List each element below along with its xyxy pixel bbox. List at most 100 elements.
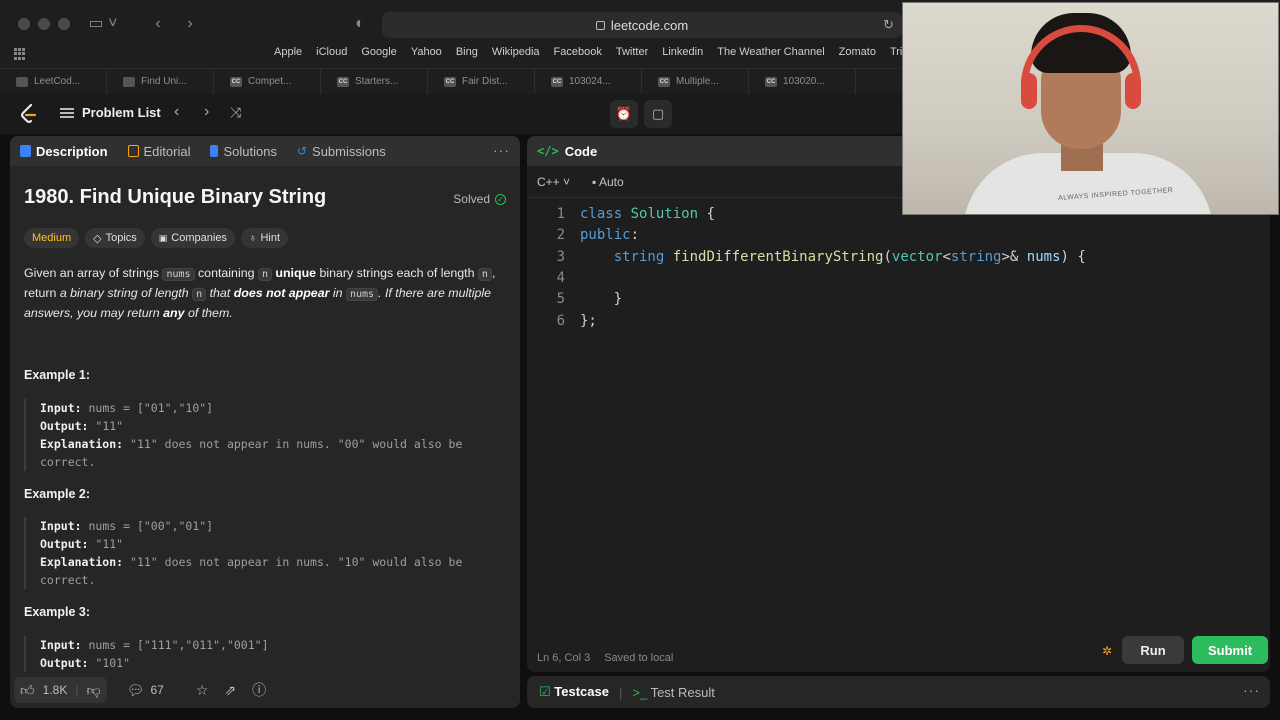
browser-tab[interactable]: CC Compet... [214, 69, 321, 94]
headphone-cup [1021, 73, 1037, 109]
bookmarks-bar: Apple iCloud Google Yahoo Bing Wikipedia… [274, 46, 927, 58]
comment-icon[interactable]: 💬︎ [127, 682, 145, 699]
hint-tag[interactable]: ♁ Hint [240, 228, 288, 248]
bookmark-item[interactable]: Google [361, 46, 396, 58]
leetcode-favicon-icon [16, 76, 28, 87]
previous-problem-icon[interactable]: ‹ [174, 103, 179, 121]
browser-tab[interactable]: CC Multiple... [642, 69, 749, 94]
problem-title: 1980. Find Unique Binary String [24, 186, 327, 208]
auto-mode-toggle[interactable]: ▪ Auto [592, 175, 624, 189]
submit-button[interactable]: Submit [1192, 636, 1268, 664]
problem-footer: 👍︎ 1.8K | 👎︎ 💬︎ 67 ☆ ⇗ ⓘ [10, 672, 520, 708]
bookmark-item[interactable]: Linkedin [662, 46, 703, 58]
more-options-icon[interactable]: ··· [493, 142, 510, 158]
sidebar-toggle-icon[interactable]: ▭ ˅ [88, 12, 118, 36]
help-icon[interactable]: ⓘ [252, 680, 266, 700]
companies-tag[interactable]: ▣ Companies [150, 228, 235, 248]
line-number: 6 [556, 313, 565, 329]
browser-tab[interactable]: Find Uni... [107, 69, 214, 94]
tab-test-result[interactable]: >_ Test Result [632, 685, 715, 700]
webcam-overlay: ALWAYS INSPIRED TOGETHER [902, 2, 1279, 215]
bookmark-item[interactable]: Zomato [839, 46, 876, 58]
codechef-favicon-icon: CC [658, 76, 670, 87]
back-arrow-icon[interactable]: ‹ [148, 12, 168, 36]
bookmark-item[interactable]: Bing [456, 46, 478, 58]
share-icon[interactable]: ⇗ [224, 682, 236, 699]
example-block: Input: nums = ["111","011","001"] Output… [24, 636, 504, 672]
topics-tag[interactable]: ◇ Topics [85, 228, 145, 248]
bookmark-item[interactable]: Yahoo [411, 46, 442, 58]
problem-list-button[interactable]: Problem List [60, 105, 161, 120]
debugger-icon[interactable]: ✲ [1102, 644, 1112, 658]
code-line: public: [580, 227, 640, 243]
next-problem-icon[interactable]: › [204, 103, 209, 121]
bookmark-item[interactable]: Apple [274, 46, 302, 58]
browser-tab[interactable]: CC 103024... [535, 69, 642, 94]
browser-tab[interactable]: CC 103020... [749, 69, 856, 94]
privacy-shield-icon[interactable]: ◐ [350, 12, 370, 36]
terminal-icon: >_ [632, 684, 648, 700]
comment-count: 67 [150, 683, 164, 697]
code-line: class Solution { [580, 206, 715, 222]
close-window-button[interactable] [18, 18, 30, 30]
maximize-window-button[interactable] [58, 18, 70, 30]
window-controls [18, 18, 70, 30]
timer-icon[interactable]: ⏰ [610, 100, 638, 128]
problem-panel: Description Editorial Solutions ↺ Submis… [10, 136, 520, 708]
code-line: string findDifferentBinaryString(vector<… [613, 249, 1086, 265]
reload-icon[interactable]: ↻ [883, 17, 894, 33]
codechef-favicon-icon: CC [444, 76, 456, 87]
tag-icon: ◇ [93, 232, 102, 245]
more-options-icon[interactable]: ··· [1243, 682, 1260, 698]
browser-tab[interactable]: CC Starters... [321, 69, 428, 94]
run-button[interactable]: Run [1122, 636, 1184, 664]
bookmark-item[interactable]: iCloud [316, 46, 347, 58]
forward-arrow-icon[interactable]: › [180, 12, 200, 36]
tab-solutions[interactable]: Solutions [210, 144, 277, 159]
example-block: Input: nums = ["00","01"] Output: "11" E… [24, 517, 504, 589]
problem-tags: Medium ◇ Topics ▣ Companies ♁ Hint [24, 228, 288, 248]
difficulty-badge: Medium [24, 228, 80, 248]
app-grid-icon[interactable] [14, 48, 26, 60]
browser-tab[interactable]: CC Fair Dist... [428, 69, 535, 94]
codechef-favicon-icon: CC [337, 76, 349, 87]
editor-status-bar: Ln 6, Col 3 Saved to local [537, 652, 673, 664]
notes-icon[interactable]: ▢ [644, 100, 672, 128]
tab-description[interactable]: Description [20, 144, 108, 159]
code-line: } [580, 291, 623, 307]
bookmark-item[interactable]: Twitter [616, 46, 648, 58]
flask-icon [210, 145, 219, 157]
leetcode-logo-icon[interactable] [20, 104, 38, 124]
lightbulb-icon: ♁ [248, 232, 257, 244]
tab-testcase[interactable]: ☑ Testcase [539, 684, 609, 700]
lock-icon: ▣ [158, 232, 168, 243]
minimize-window-button[interactable] [38, 18, 50, 30]
bookmark-item[interactable]: Facebook [554, 46, 602, 58]
star-icon[interactable]: ☆ [196, 682, 209, 699]
example-heading: Example 2: [24, 487, 91, 501]
bookmark-item[interactable]: The Weather Channel [717, 46, 824, 58]
history-icon: ↺ [296, 144, 308, 158]
line-number: 1 [556, 206, 565, 222]
line-number: 3 [556, 249, 565, 265]
bookmark-item[interactable]: Wikipedia [492, 46, 540, 58]
code-panel: </> Code C++ ˅ ▪ Auto 1 2 3 4 5 6 class … [527, 136, 1270, 672]
thumbs-up-icon[interactable]: 👍︎ [20, 682, 35, 699]
tab-submissions[interactable]: ↺ Submissions [297, 144, 386, 159]
example-heading: Example 3: [24, 605, 91, 619]
shuffle-icon[interactable]: ⤨ [230, 104, 241, 121]
thumbs-down-icon[interactable]: 👎︎ [86, 682, 100, 699]
line-number: 4 [556, 270, 565, 286]
vote-group: 👍︎ 1.8K | 👎︎ [14, 677, 107, 703]
cursor-position: Ln 6, Col 3 [537, 652, 591, 664]
save-status: Saved to local [604, 652, 674, 664]
address-bar[interactable]: leetcode.com ↻ [382, 12, 902, 38]
browser-tab[interactable]: LeetCod... [0, 69, 107, 94]
check-circle-icon: ✓ [495, 193, 506, 205]
language-select[interactable]: C++ ˅ [537, 175, 570, 189]
browser-tab-strip: LeetCod... Find Uni... CC Compet... CC Sta… [0, 68, 904, 94]
tab-editorial[interactable]: Editorial [127, 144, 190, 159]
chevron-down-icon: ˅ [563, 174, 571, 189]
testcase-panel: ☑ Testcase | >_ Test Result ··· [527, 676, 1270, 708]
